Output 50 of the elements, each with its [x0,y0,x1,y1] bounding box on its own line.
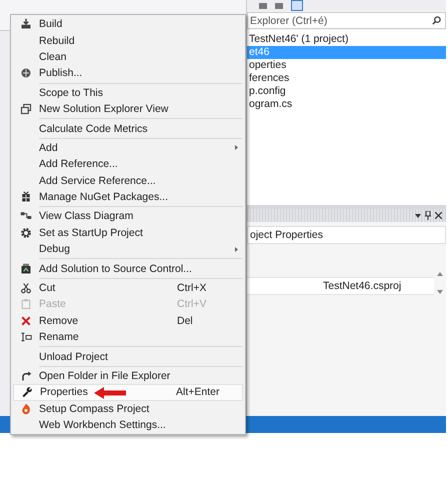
scroll-up-icon[interactable] [437,272,443,276]
menu-item[interactable]: Rebuild [13,32,243,49]
delete-icon [20,314,32,327]
menu-item[interactable]: Publish... [13,65,243,82]
compass-icon [20,402,32,415]
clipboard-icon [20,298,32,310]
close-icon[interactable] [435,212,442,219]
source-control-icon [20,262,32,275]
menu-item[interactable]: Add [13,140,243,156]
windows-icon [20,103,32,116]
menu-item[interactable]: Set as StartUp Project [13,224,243,242]
dropdown-icon[interactable] [415,214,421,218]
tree-item[interactable]: operties [247,59,446,72]
menu-item[interactable]: Cut Ctrl+X [13,280,243,296]
scissors-icon [20,282,32,294]
menu-item[interactable]: Clean [13,48,243,66]
menu-item[interactable]: Setup Compass Project [13,400,243,417]
menu-item[interactable]: Add Reference... [13,156,243,173]
property-value: TestNet46.csproj [247,277,434,295]
menu-item[interactable]: View Class Diagram [13,208,243,225]
tree-item[interactable]: TestNet46' (1 project) [247,33,446,46]
menu-item[interactable]: Manage NuGet Packages... [13,188,243,206]
menu-item[interactable]: Calculate Code Metrics [13,120,243,137]
redo-arrow-icon [20,370,32,382]
menu-item[interactable]: Add Service Reference... [13,172,243,189]
object-dropdown[interactable]: oject Properties [247,226,446,244]
menu-item[interactable]: Unload Project [13,348,243,365]
toolbar-icon[interactable] [291,0,303,11]
menu-item[interactable]: New Solution Explorer View [13,100,243,118]
tree-item[interactable]: ferences [247,72,446,85]
menu-item[interactable]: Scope to This [13,84,243,101]
menu-item[interactable]: Properties Alt+Enter [13,384,243,401]
menu-item[interactable]: Add Solution to Source Control... [13,260,243,277]
search-field[interactable]: Explorer (Ctrl+é) [247,12,446,29]
pin-icon[interactable] [425,211,431,220]
menu-item[interactable]: Open Folder in File Explorer [13,368,243,384]
menu-item[interactable]: Remove Del [13,312,243,330]
scroll-down-icon[interactable] [437,290,443,294]
rename-icon [20,331,32,344]
pointer-arrow [94,387,126,400]
gear-icon [20,226,32,239]
menu-item[interactable]: Rename [13,329,243,346]
tree-item[interactable]: p.config [247,85,446,98]
wrench-icon [21,386,33,398]
tree-item[interactable]: ogram.cs [247,98,446,111]
build-icon [20,18,32,30]
menu-item[interactable]: Debug [13,241,243,258]
menu-item[interactable]: Web Workbench Settings... [13,416,243,434]
package-icon [20,191,32,204]
search-icon [432,16,441,25]
